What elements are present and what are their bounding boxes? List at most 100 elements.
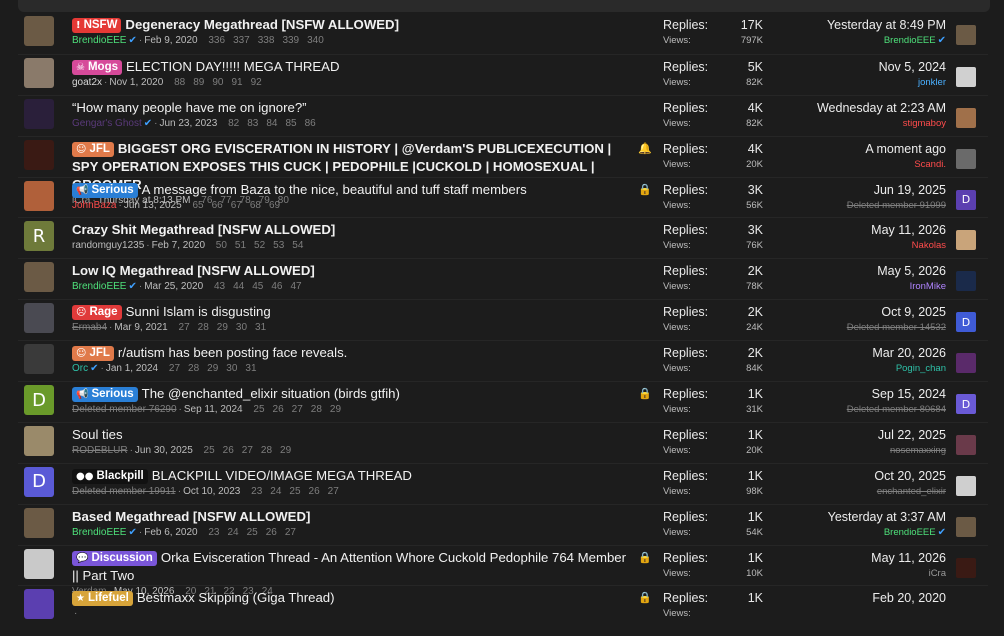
thread-start-date[interactable]: Nov 1, 2020 <box>109 77 163 88</box>
thread-author-avatar[interactable] <box>24 139 54 170</box>
page-link[interactable]: 337 <box>233 35 250 46</box>
thread-title[interactable]: “How many people have me on ignore?” <box>72 100 307 115</box>
page-link[interactable]: 339 <box>282 35 299 46</box>
page-link[interactable]: 90 <box>212 77 223 88</box>
page-link[interactable]: 23 <box>251 486 262 497</box>
thread-author-avatar[interactable]: R <box>24 221 54 252</box>
last-post-date[interactable]: May 11, 2026 <box>778 550 946 567</box>
thread-author-avatar[interactable] <box>24 16 54 46</box>
thread-prefix[interactable]: 📢 Serious <box>72 387 138 403</box>
thread-author[interactable]: BrendioEEE <box>72 281 126 292</box>
thread-author[interactable]: Deleted member 76290 <box>72 404 177 415</box>
page-link[interactable]: 86 <box>305 118 316 129</box>
last-post-date[interactable]: Wednesday at 2:23 AM <box>778 100 946 117</box>
thread-start-date[interactable]: Feb 6, 2020 <box>144 527 197 538</box>
thread-start-date[interactable]: Jan 1, 2024 <box>106 363 158 374</box>
last-post-avatar[interactable] <box>956 557 976 578</box>
page-link[interactable]: 25 <box>204 445 215 456</box>
page-link[interactable]: 67 <box>231 200 242 211</box>
page-link[interactable]: 25 <box>253 404 264 415</box>
page-link[interactable]: 25 <box>289 486 300 497</box>
thread-title[interactable]: Sunni Islam is disgusting <box>126 304 271 319</box>
thread-author-avatar[interactable]: D <box>24 466 54 497</box>
thread-author-avatar[interactable] <box>24 425 54 456</box>
thread-row[interactable]: D 📢 Serious The @enchanted_elixir situatio… <box>18 381 988 422</box>
page-link[interactable]: 23 <box>208 527 219 538</box>
thread-prefix[interactable]: 💬 Discussion <box>72 550 157 566</box>
last-post-avatar[interactable] <box>956 598 976 619</box>
last-post-avatar[interactable] <box>956 25 976 45</box>
page-link[interactable]: 43 <box>214 281 225 292</box>
thread-prefix[interactable]: ☹ Rage <box>72 305 122 321</box>
last-post-user[interactable]: IronMike <box>910 281 946 292</box>
thread-row[interactable]: Low IQ Megathread [NSFW ALLOWED] Brendio… <box>18 258 988 299</box>
page-link[interactable]: 83 <box>247 118 258 129</box>
last-post-user[interactable]: enchanted_elixir <box>877 486 946 497</box>
thread-author[interactable]: JohnBaza <box>72 200 116 211</box>
thread-author[interactable]: Deleted member 19911 <box>72 486 176 497</box>
page-link[interactable]: 336 <box>208 35 225 46</box>
thread-title[interactable]: BLACKPILL VIDEO/IMAGE MEGA THREAD <box>152 468 412 483</box>
page-link[interactable]: 47 <box>290 281 301 292</box>
thread-author-avatar[interactable] <box>24 548 54 579</box>
page-link[interactable]: 27 <box>242 445 253 456</box>
last-post-user[interactable]: iCra <box>929 568 946 579</box>
page-link[interactable]: 84 <box>266 118 277 129</box>
thread-author[interactable]: RODEBLUR <box>72 445 128 456</box>
thread-start-date[interactable]: Jun 23, 2023 <box>159 118 217 129</box>
thread-author-avatar[interactable] <box>24 180 54 211</box>
page-link[interactable]: 27 <box>179 322 190 333</box>
last-post-user[interactable]: BrendioEEE <box>884 35 936 46</box>
thread-row[interactable]: “How many people have me on ignore?” Gen… <box>18 94 988 136</box>
last-post-date[interactable]: May 5, 2026 <box>778 263 946 280</box>
last-post-avatar[interactable]: D <box>956 312 976 333</box>
page-link[interactable]: 31 <box>245 363 256 374</box>
thread-row[interactable]: ☺ JFL r/autism has been posting face revea… <box>18 340 988 381</box>
thread-start-date[interactable]: Feb 7, 2020 <box>152 240 205 251</box>
last-post-date[interactable]: Jun 19, 2025 <box>778 182 946 199</box>
thread-author-avatar[interactable] <box>24 507 54 538</box>
thread-title[interactable]: Soul ties <box>72 427 123 442</box>
thread-author[interactable]: BrendioEEE <box>72 35 126 46</box>
thread-title[interactable]: Degeneracy Megathread [NSFW ALLOWED] <box>125 17 399 32</box>
page-link[interactable]: 26 <box>223 445 234 456</box>
thread-author-avatar[interactable] <box>24 344 54 375</box>
thread-start-date[interactable]: Sep 11, 2024 <box>184 404 243 415</box>
thread-author[interactable]: randomguy1235 <box>72 240 144 251</box>
thread-author-avatar[interactable] <box>24 57 54 88</box>
page-link[interactable]: 66 <box>212 200 223 211</box>
page-link[interactable]: 26 <box>266 527 277 538</box>
last-post-avatar[interactable] <box>956 434 976 455</box>
thread-row[interactable]: ☺ JFL BIGGEST ORG EVISCERATION IN HISTORY … <box>18 135 988 206</box>
page-link[interactable]: 338 <box>258 35 275 46</box>
last-post-date[interactable]: Oct 9, 2025 <box>778 304 946 321</box>
last-post-user[interactable]: stigmaboy <box>903 118 946 129</box>
thread-row[interactable]: Soul ties RODEBLUR · Jun 30, 2025 25 26 27 28… <box>18 421 988 463</box>
last-post-avatar[interactable] <box>956 353 976 374</box>
last-post-avatar[interactable]: D <box>956 394 976 415</box>
thread-row[interactable]: 💬 Discussion Orka Evisceration Thread - An… <box>18 544 988 597</box>
thread-row[interactable]: Based Megathread [NSFW ALLOWED] BrendioE… <box>18 503 988 545</box>
thread-author-avatar[interactable] <box>24 262 54 293</box>
page-link[interactable]: 68 <box>250 200 261 211</box>
last-post-avatar[interactable] <box>956 148 976 169</box>
page-link[interactable]: 54 <box>292 240 303 251</box>
page-link[interactable]: 28 <box>198 322 209 333</box>
page-link[interactable]: 28 <box>261 445 272 456</box>
last-post-date[interactable]: Feb 20, 2020 <box>778 590 946 607</box>
page-link[interactable]: 52 <box>254 240 265 251</box>
last-post-user[interactable]: Deleted member 14532 <box>847 322 946 333</box>
thread-title[interactable]: r/autism has been posting face reveals. <box>118 345 347 360</box>
thread-row[interactable]: ☹ Rage Sunni Islam is disgusting Ermab4 · Ma… <box>18 299 988 340</box>
thread-prefix[interactable]: ☺ JFL <box>72 141 114 157</box>
thread-author-avatar[interactable] <box>24 98 54 129</box>
page-link[interactable]: 27 <box>169 363 180 374</box>
thread-start-date[interactable]: Mar 25, 2020 <box>144 281 203 292</box>
thread-start-date[interactable]: Feb 9, 2020 <box>144 35 197 46</box>
page-link[interactable]: 69 <box>269 200 280 211</box>
page-link[interactable]: 89 <box>193 77 204 88</box>
page-link[interactable]: 28 <box>311 404 322 415</box>
page-link[interactable]: 30 <box>236 322 247 333</box>
page-link[interactable]: 27 <box>292 404 303 415</box>
page-link[interactable]: 45 <box>252 281 263 292</box>
